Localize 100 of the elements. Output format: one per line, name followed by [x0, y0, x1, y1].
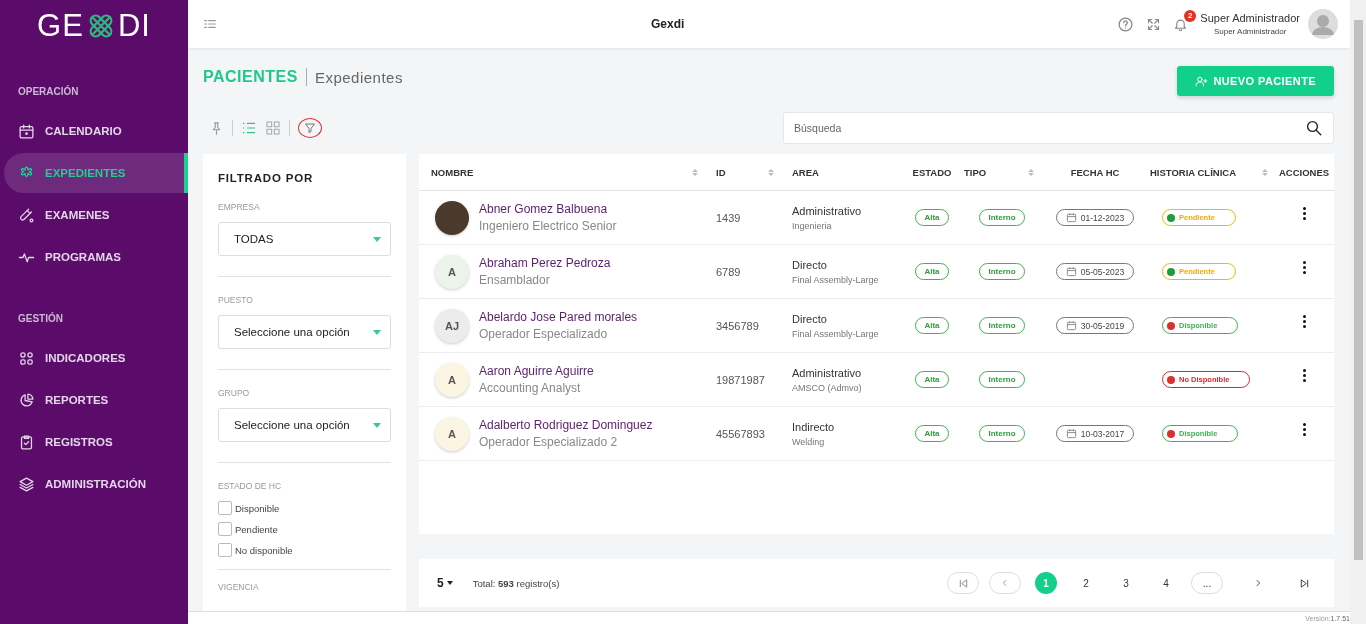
calendar-icon: [1065, 320, 1077, 331]
nav-item[interactable]: REPORTES: [4, 380, 188, 420]
nav-item[interactable]: EXAMENES: [4, 195, 188, 235]
column-title: ACCIONES: [1278, 166, 1330, 178]
area-name: Administrativo: [792, 204, 862, 217]
table-cell: 45567893: [716, 427, 765, 440]
select-field[interactable]: Seleccione una opción: [218, 408, 391, 442]
subarea-name: Welding: [792, 436, 826, 447]
total-records: Total: 593 registro(s): [472, 577, 560, 589]
subarea-name: Final Assembly-Large: [792, 328, 879, 339]
user-role: Super Administrador: [1213, 27, 1287, 36]
patient-position: Operador Especializado 2: [479, 435, 619, 449]
table-cell: 1439: [716, 211, 741, 224]
nav-item[interactable]: INDICADORES: [4, 338, 188, 378]
fullscreen-icon: [1146, 16, 1162, 32]
page-button[interactable]: 4: [1155, 572, 1177, 594]
filter-label: PUESTO: [218, 295, 254, 305]
patient-name[interactable]: Aaron Aguirre Aguirre: [479, 364, 594, 378]
column-title: HISTORIA CLÍNICA: [1150, 166, 1237, 178]
section-title: GESTIÓN: [17, 313, 64, 324]
grid-view-icon[interactable]: [265, 120, 281, 136]
notification-badge: 2: [1184, 9, 1197, 22]
column-title: ID: [716, 166, 726, 178]
subarea-name: Ingenieria: [792, 220, 833, 231]
logo-text: GE: [37, 8, 84, 44]
pie-chart-icon: [18, 391, 35, 409]
sort-icon[interactable]: [1028, 168, 1034, 176]
patient-name[interactable]: Abelardo Jose Pared morales: [479, 310, 638, 324]
sort-icon[interactable]: [1262, 168, 1268, 176]
subarea-name: Final Assembly-Large: [792, 274, 879, 285]
patient-name[interactable]: Abraham Perez Pedroza: [479, 256, 611, 270]
search-field[interactable]: Búsqueda: [783, 112, 1334, 144]
nav-item[interactable]: ADMINISTRACIÓN: [4, 464, 188, 504]
checkbox-label: Pendiente: [235, 523, 278, 535]
filter-title: FILTRADO POR: [218, 172, 314, 184]
patient-name[interactable]: Abner Gomez Balbuena: [479, 202, 617, 216]
filter-label: ESTADO DE HC: [218, 481, 283, 491]
list-view-icon[interactable]: [241, 120, 257, 136]
chevron-left-icon: [1000, 578, 1010, 588]
user-plus-icon: [1195, 74, 1209, 88]
test-tube-icon: [18, 206, 35, 224]
table-cell: 6789: [716, 265, 741, 278]
patient-position: Accounting Analyst: [479, 381, 582, 395]
grid-icon: [18, 349, 35, 367]
nav-item[interactable]: PROGRAMAS: [4, 237, 188, 277]
initials-avatar: A: [435, 362, 469, 397]
search-input[interactable]: Búsqueda: [792, 121, 1305, 135]
calendar-icon: [1065, 266, 1077, 277]
user-name: Super Administrador: [1200, 12, 1300, 24]
column-title: NOMBRE: [431, 166, 474, 178]
patient-position: Ingeniero Electrico Senior: [479, 219, 617, 233]
area-name: Directo: [792, 258, 828, 271]
logo-text: DI: [117, 8, 151, 44]
column-title: FECHA HC: [1070, 166, 1120, 178]
scrollbar[interactable]: [1350, 0, 1366, 624]
initials-avatar: A: [435, 416, 469, 451]
patient-position: Ensamblador: [479, 273, 551, 287]
table-cell: 3456789: [716, 319, 759, 332]
select-field[interactable]: Seleccione una opción: [218, 315, 391, 349]
column-title: TIPO: [964, 166, 987, 178]
chevron-right-icon: [1253, 578, 1263, 588]
calendar-icon: [1065, 428, 1077, 439]
layers-icon: [18, 475, 35, 493]
bell-icon: [1173, 16, 1189, 32]
page-subtitle: Expedientes: [314, 68, 403, 86]
checkbox[interactable]: [218, 522, 232, 536]
sort-icon[interactable]: [768, 168, 774, 176]
first-page-icon: [957, 577, 969, 589]
search-icon: [1305, 119, 1323, 137]
clipboard-check-icon: [18, 433, 35, 451]
checkbox-label: No disponible: [235, 544, 293, 556]
sort-icon[interactable]: [692, 168, 698, 176]
page-button[interactable]: 3: [1115, 572, 1137, 594]
filter-label: GRUPO: [218, 388, 251, 398]
column-title: ESTADO: [912, 166, 952, 178]
photo-placeholder: [435, 200, 469, 235]
select-field[interactable]: TODAS: [218, 222, 391, 256]
table-cell: 19871987: [716, 373, 765, 386]
area-name: Directo: [792, 312, 828, 325]
checkbox[interactable]: [218, 501, 232, 515]
patient-name[interactable]: Adalberto Rodriguez Dominguez: [479, 418, 653, 432]
area-name: Indirecto: [792, 420, 835, 433]
filter-label: EMPRESA: [218, 202, 261, 212]
app-title: Gexdi: [650, 17, 686, 31]
nav-item[interactable]: REGISTROS: [4, 422, 188, 462]
subarea-name: AMSCO (Admvo): [792, 382, 862, 393]
last-page-icon: [1299, 577, 1310, 589]
calendar-icon: [18, 122, 35, 140]
column-title: AREA: [792, 166, 819, 178]
initials-avatar: A: [435, 254, 469, 289]
page-title: PACIENTES: [203, 68, 298, 86]
checkbox[interactable]: [218, 543, 232, 557]
nav-item[interactable]: CALENDARIO: [4, 111, 188, 151]
patient-position: Operador Especializado: [479, 327, 609, 341]
nav-item[interactable]: EXPEDIENTES: [4, 153, 188, 193]
page-size-select[interactable]: 5: [437, 576, 453, 590]
area-name: Administrativo: [792, 366, 862, 379]
checkbox-label: Disponible: [235, 502, 280, 514]
calendar-icon: [1065, 212, 1077, 223]
page-button[interactable]: 2: [1075, 572, 1097, 594]
